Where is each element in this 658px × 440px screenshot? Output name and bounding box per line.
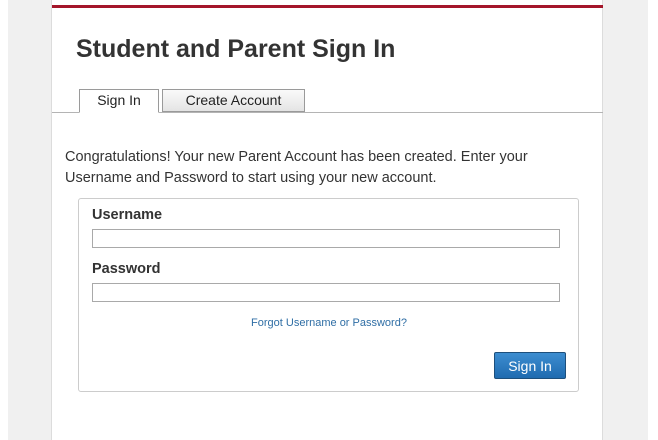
confirmation-message: Congratulations! Your new Parent Account… bbox=[65, 149, 528, 186]
tab-sign-in[interactable]: Sign In bbox=[79, 89, 159, 113]
username-input[interactable] bbox=[92, 229, 560, 248]
tab-create-account[interactable]: Create Account bbox=[162, 89, 305, 112]
password-label: Password bbox=[92, 261, 161, 277]
right-margin bbox=[648, 0, 658, 440]
sign-in-button[interactable]: Sign In bbox=[494, 352, 566, 379]
password-input[interactable] bbox=[92, 283, 560, 302]
sign-in-form: Username Password Forgot Username or Pas… bbox=[78, 198, 579, 392]
top-accent-bar bbox=[52, 5, 603, 8]
sign-in-panel: Student and Parent Sign In Sign In Creat… bbox=[51, 0, 603, 440]
forgot-credentials-link[interactable]: Forgot Username or Password? bbox=[79, 317, 579, 329]
left-margin bbox=[0, 0, 8, 440]
username-label: Username bbox=[92, 207, 163, 223]
page-title: Student and Parent Sign In bbox=[76, 35, 396, 63]
